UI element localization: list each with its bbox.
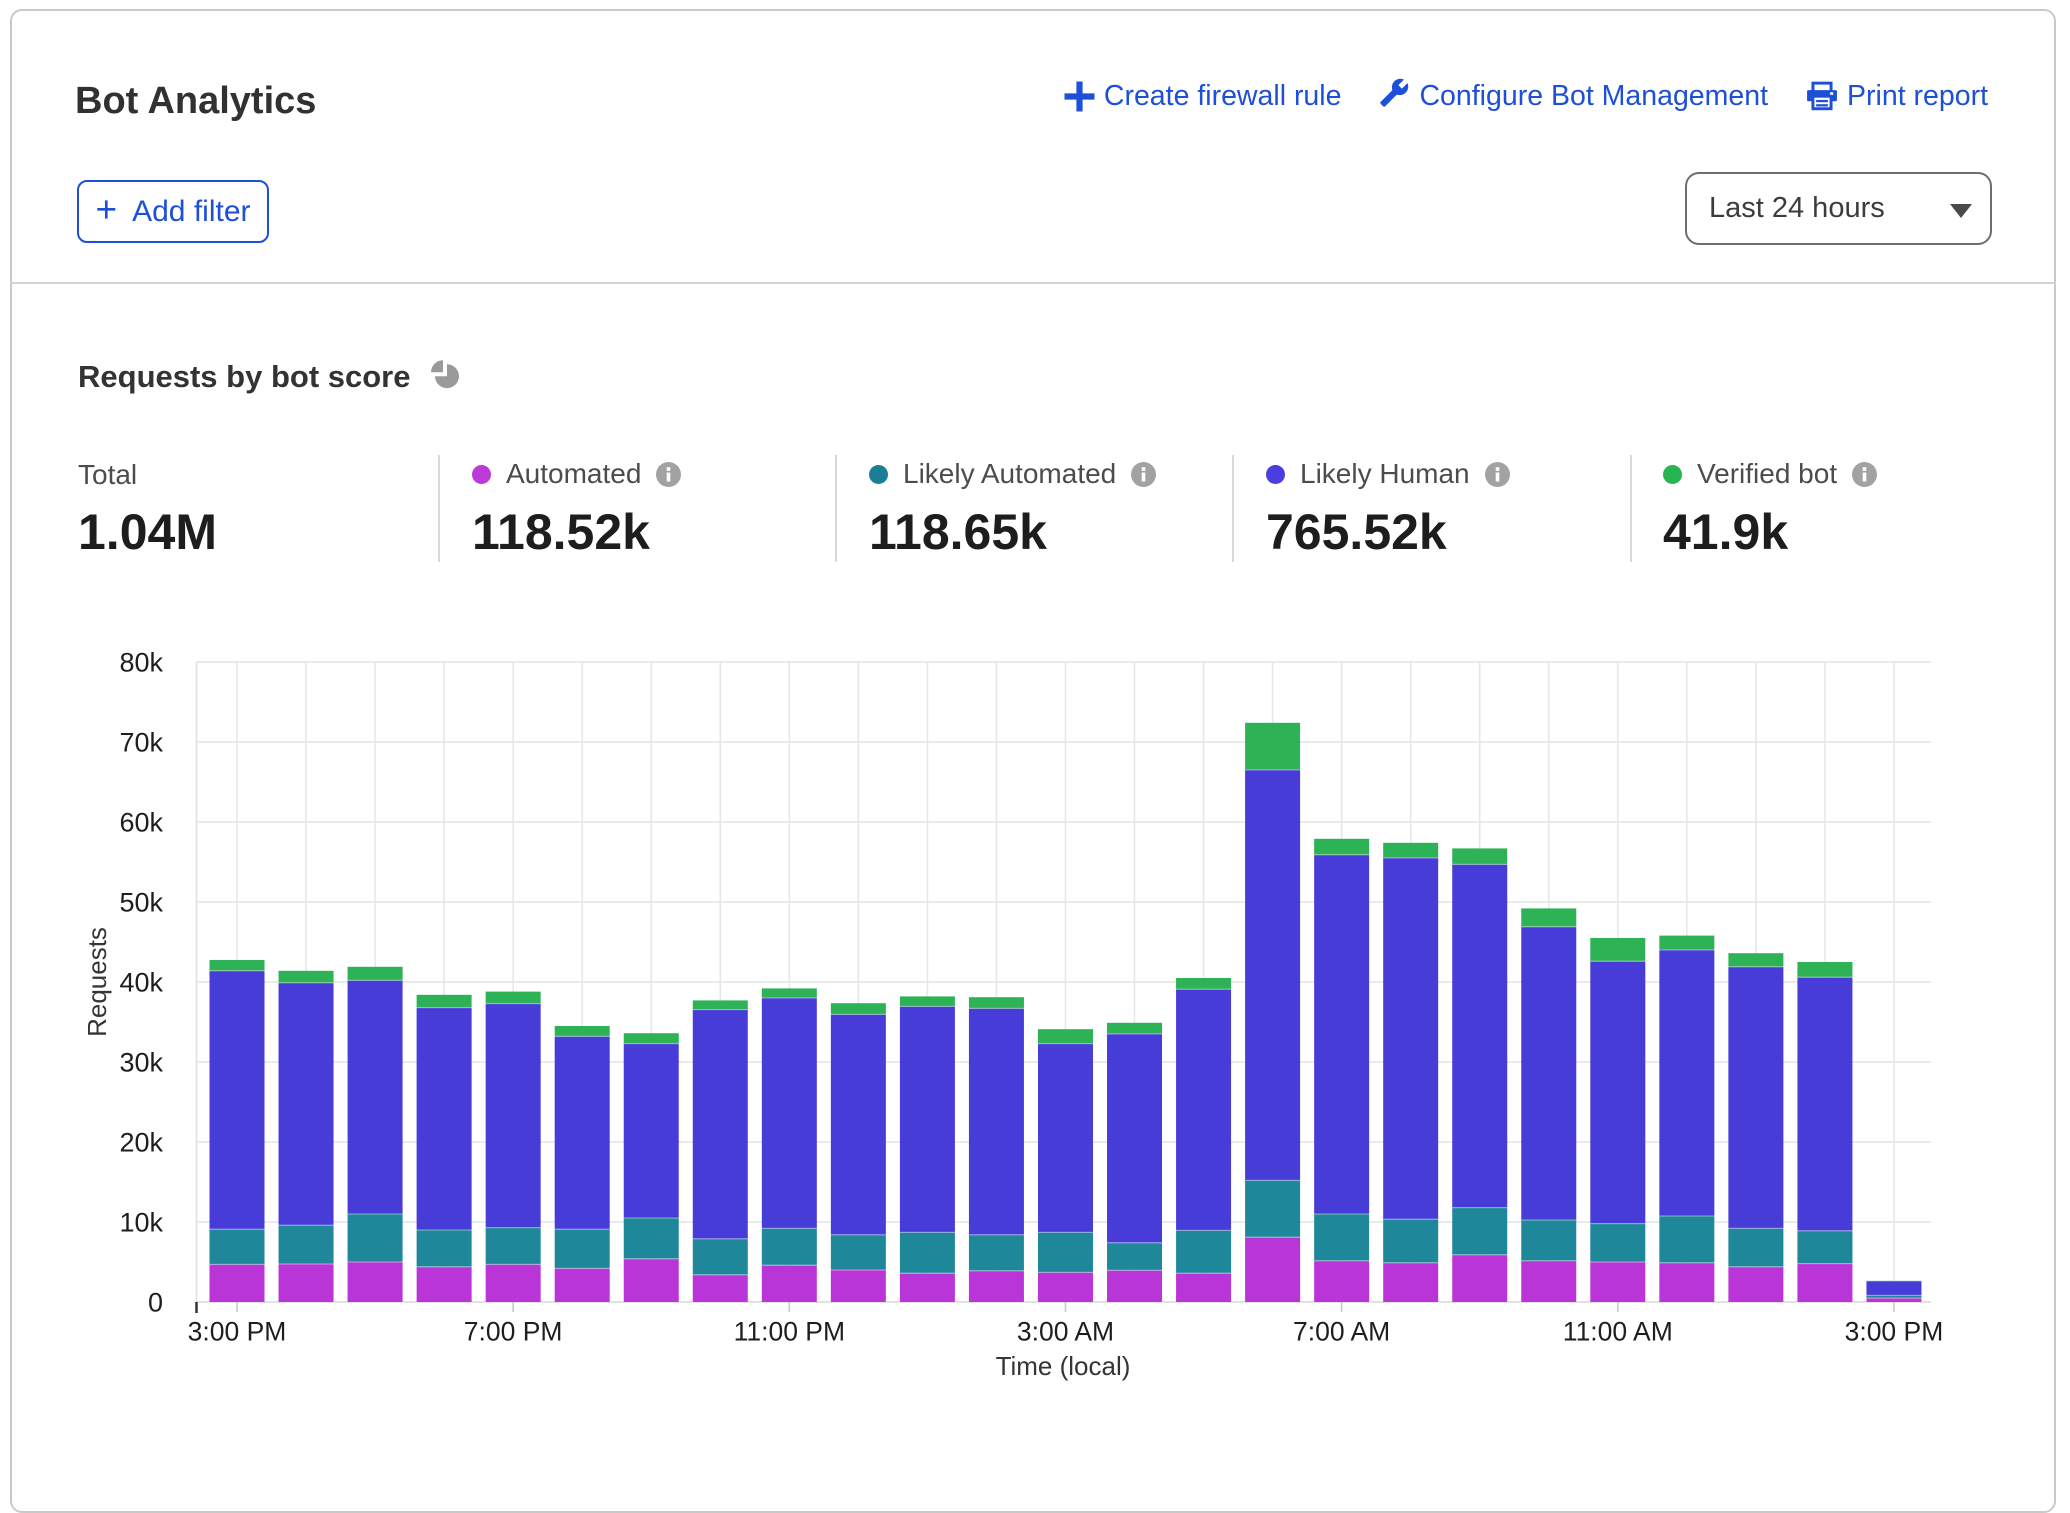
svg-text:3:00 PM: 3:00 PM <box>1845 1317 1944 1347</box>
svg-text:3:00 PM: 3:00 PM <box>188 1317 287 1347</box>
svg-text:40k: 40k <box>119 968 163 998</box>
svg-text:Requests: Requests <box>82 927 112 1037</box>
svg-text:11:00 PM: 11:00 PM <box>734 1317 845 1347</box>
svg-text:11:00 AM: 11:00 AM <box>1563 1317 1673 1347</box>
svg-text:20k: 20k <box>119 1128 163 1158</box>
svg-text:7:00 AM: 7:00 AM <box>1293 1317 1390 1347</box>
svg-text:50k: 50k <box>119 888 163 918</box>
svg-text:30k: 30k <box>119 1048 163 1078</box>
svg-text:0: 0 <box>148 1288 163 1318</box>
svg-text:60k: 60k <box>119 808 163 838</box>
svg-text:80k: 80k <box>119 648 163 678</box>
svg-text:70k: 70k <box>119 728 163 758</box>
svg-text:3:00 AM: 3:00 AM <box>1017 1317 1114 1347</box>
svg-text:10k: 10k <box>119 1208 163 1238</box>
svg-text:Time (local): Time (local) <box>996 1351 1131 1381</box>
svg-text:7:00 PM: 7:00 PM <box>464 1317 563 1347</box>
